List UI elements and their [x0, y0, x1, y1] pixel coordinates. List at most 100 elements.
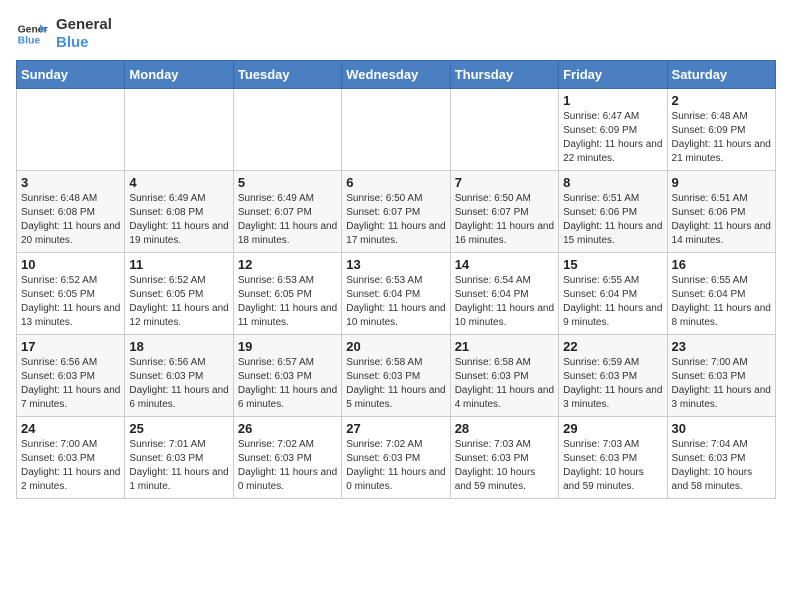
day-number: 25: [129, 421, 228, 436]
day-info: Sunrise: 6:49 AM Sunset: 6:08 PM Dayligh…: [129, 192, 228, 248]
calendar-cell: [450, 89, 558, 171]
day-info: Sunrise: 6:55 AM Sunset: 6:04 PM Dayligh…: [563, 274, 662, 330]
calendar-cell: 12 Sunrise: 6:53 AM Sunset: 6:05 PM Dayli…: [233, 253, 341, 335]
weekday-header: Thursday: [450, 61, 558, 89]
calendar-cell: [125, 89, 233, 171]
weekday-header: Saturday: [667, 61, 775, 89]
page-header: General Blue General Blue: [16, 16, 776, 52]
day-number: 3: [21, 175, 120, 190]
header-row: SundayMondayTuesdayWednesdayThursdayFrid…: [17, 61, 776, 89]
logo-blue: Blue: [56, 34, 112, 52]
calendar-cell: 6 Sunrise: 6:50 AM Sunset: 6:07 PM Daylig…: [342, 171, 450, 253]
weekday-header: Wednesday: [342, 61, 450, 89]
calendar-cell: 23 Sunrise: 7:00 AM Sunset: 6:03 PM Dayli…: [667, 335, 775, 417]
day-number: 21: [455, 339, 554, 354]
day-number: 28: [455, 421, 554, 436]
calendar-cell: 15 Sunrise: 6:55 AM Sunset: 6:04 PM Dayli…: [559, 253, 667, 335]
logo-icon: General Blue: [16, 18, 48, 50]
day-info: Sunrise: 6:48 AM Sunset: 6:08 PM Dayligh…: [21, 192, 120, 248]
day-number: 19: [238, 339, 337, 354]
weekday-header: Tuesday: [233, 61, 341, 89]
day-number: 5: [238, 175, 337, 190]
day-info: Sunrise: 7:04 AM Sunset: 6:03 PM Dayligh…: [672, 438, 771, 494]
day-number: 27: [346, 421, 445, 436]
day-number: 26: [238, 421, 337, 436]
svg-text:Blue: Blue: [18, 36, 41, 47]
day-number: 1: [563, 93, 662, 108]
day-info: Sunrise: 6:48 AM Sunset: 6:09 PM Dayligh…: [672, 110, 771, 166]
day-info: Sunrise: 7:00 AM Sunset: 6:03 PM Dayligh…: [21, 438, 120, 494]
calendar-cell: 22 Sunrise: 6:59 AM Sunset: 6:03 PM Dayli…: [559, 335, 667, 417]
calendar-cell: 28 Sunrise: 7:03 AM Sunset: 6:03 PM Dayli…: [450, 417, 558, 499]
calendar-cell: 8Sunrise: 6:51 AM Sunset: 6:06 PM Daylig…: [559, 171, 667, 253]
day-number: 2: [672, 93, 771, 108]
logo-general: General: [56, 16, 112, 34]
day-info: Sunrise: 7:03 AM Sunset: 6:03 PM Dayligh…: [563, 438, 662, 494]
day-info: Sunrise: 6:50 AM Sunset: 6:07 PM Dayligh…: [346, 192, 445, 248]
calendar-cell: 3 Sunrise: 6:48 AM Sunset: 6:08 PM Daylig…: [17, 171, 125, 253]
day-number: 8: [563, 175, 662, 190]
day-number: 12: [238, 257, 337, 272]
day-number: 15: [563, 257, 662, 272]
calendar-cell: 1 Sunrise: 6:47 AM Sunset: 6:09 PM Daylig…: [559, 89, 667, 171]
calendar-cell: 5Sunrise: 6:49 AM Sunset: 6:07 PM Daylig…: [233, 171, 341, 253]
day-number: 11: [129, 257, 228, 272]
day-info: Sunrise: 6:56 AM Sunset: 6:03 PM Dayligh…: [21, 356, 120, 412]
calendar-cell: 20 Sunrise: 6:58 AM Sunset: 6:03 PM Dayli…: [342, 335, 450, 417]
calendar-week-row: 24 Sunrise: 7:00 AM Sunset: 6:03 PM Dayli…: [17, 417, 776, 499]
calendar-cell: 21Sunrise: 6:58 AM Sunset: 6:03 PM Dayli…: [450, 335, 558, 417]
day-number: 6: [346, 175, 445, 190]
calendar-cell: 17Sunrise: 6:56 AM Sunset: 6:03 PM Dayli…: [17, 335, 125, 417]
day-number: 13: [346, 257, 445, 272]
calendar-cell: 25 Sunrise: 7:01 AM Sunset: 6:03 PM Dayli…: [125, 417, 233, 499]
day-info: Sunrise: 6:47 AM Sunset: 6:09 PM Dayligh…: [563, 110, 662, 166]
day-number: 4: [129, 175, 228, 190]
day-number: 30: [672, 421, 771, 436]
calendar-cell: 27Sunrise: 7:02 AM Sunset: 6:03 PM Dayli…: [342, 417, 450, 499]
calendar-cell: 18Sunrise: 6:56 AM Sunset: 6:03 PM Dayli…: [125, 335, 233, 417]
day-number: 23: [672, 339, 771, 354]
day-info: Sunrise: 7:01 AM Sunset: 6:03 PM Dayligh…: [129, 438, 228, 494]
day-info: Sunrise: 7:03 AM Sunset: 6:03 PM Dayligh…: [455, 438, 554, 494]
day-number: 24: [21, 421, 120, 436]
day-info: Sunrise: 6:55 AM Sunset: 6:04 PM Dayligh…: [672, 274, 771, 330]
day-info: Sunrise: 7:00 AM Sunset: 6:03 PM Dayligh…: [672, 356, 771, 412]
calendar-cell: [342, 89, 450, 171]
day-info: Sunrise: 6:53 AM Sunset: 6:05 PM Dayligh…: [238, 274, 337, 330]
weekday-header: Friday: [559, 61, 667, 89]
calendar-cell: 29 Sunrise: 7:03 AM Sunset: 6:03 PM Dayli…: [559, 417, 667, 499]
calendar-cell: 24 Sunrise: 7:00 AM Sunset: 6:03 PM Dayli…: [17, 417, 125, 499]
calendar-week-row: 1 Sunrise: 6:47 AM Sunset: 6:09 PM Daylig…: [17, 89, 776, 171]
day-info: Sunrise: 7:02 AM Sunset: 6:03 PM Dayligh…: [238, 438, 337, 494]
day-info: Sunrise: 6:58 AM Sunset: 6:03 PM Dayligh…: [346, 356, 445, 412]
calendar-header: SundayMondayTuesdayWednesdayThursdayFrid…: [17, 61, 776, 89]
calendar-cell: 9Sunrise: 6:51 AM Sunset: 6:06 PM Daylig…: [667, 171, 775, 253]
day-info: Sunrise: 6:57 AM Sunset: 6:03 PM Dayligh…: [238, 356, 337, 412]
calendar-cell: 7Sunrise: 6:50 AM Sunset: 6:07 PM Daylig…: [450, 171, 558, 253]
day-number: 9: [672, 175, 771, 190]
calendar-cell: 14Sunrise: 6:54 AM Sunset: 6:04 PM Dayli…: [450, 253, 558, 335]
calendar-cell: 26 Sunrise: 7:02 AM Sunset: 6:03 PM Dayli…: [233, 417, 341, 499]
logo: General Blue General Blue: [16, 16, 112, 52]
calendar-cell: 11 Sunrise: 6:52 AM Sunset: 6:05 PM Dayli…: [125, 253, 233, 335]
calendar-week-row: 10Sunrise: 6:52 AM Sunset: 6:05 PM Dayli…: [17, 253, 776, 335]
calendar-cell: 2 Sunrise: 6:48 AM Sunset: 6:09 PM Daylig…: [667, 89, 775, 171]
calendar-cell: 13Sunrise: 6:53 AM Sunset: 6:04 PM Dayli…: [342, 253, 450, 335]
day-info: Sunrise: 6:52 AM Sunset: 6:05 PM Dayligh…: [129, 274, 228, 330]
calendar-cell: [17, 89, 125, 171]
calendar-cell: [233, 89, 341, 171]
weekday-header: Sunday: [17, 61, 125, 89]
logo-wordmark: General Blue: [56, 16, 112, 52]
calendar-week-row: 3 Sunrise: 6:48 AM Sunset: 6:08 PM Daylig…: [17, 171, 776, 253]
day-number: 16: [672, 257, 771, 272]
day-info: Sunrise: 6:50 AM Sunset: 6:07 PM Dayligh…: [455, 192, 554, 248]
calendar-cell: 19 Sunrise: 6:57 AM Sunset: 6:03 PM Dayli…: [233, 335, 341, 417]
day-number: 20: [346, 339, 445, 354]
calendar-cell: 30 Sunrise: 7:04 AM Sunset: 6:03 PM Dayli…: [667, 417, 775, 499]
day-info: Sunrise: 6:52 AM Sunset: 6:05 PM Dayligh…: [21, 274, 120, 330]
day-number: 22: [563, 339, 662, 354]
day-info: Sunrise: 6:59 AM Sunset: 6:03 PM Dayligh…: [563, 356, 662, 412]
calendar-table: SundayMondayTuesdayWednesdayThursdayFrid…: [16, 60, 776, 499]
calendar-cell: 10Sunrise: 6:52 AM Sunset: 6:05 PM Dayli…: [17, 253, 125, 335]
day-number: 29: [563, 421, 662, 436]
